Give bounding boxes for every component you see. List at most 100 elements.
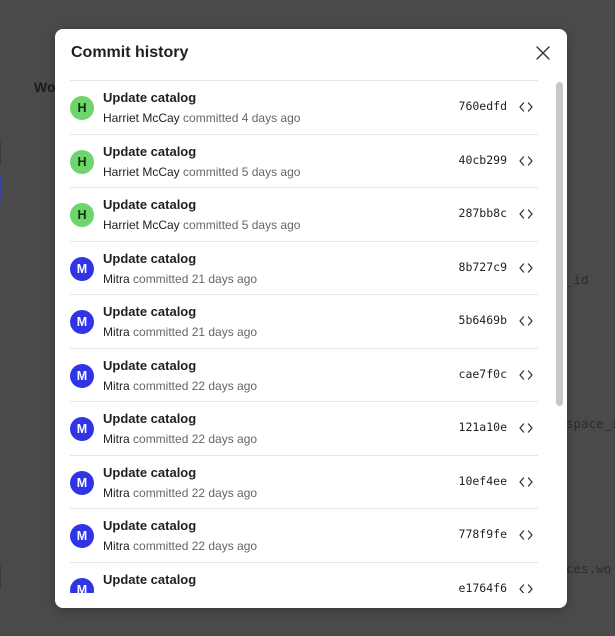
browse-code-button[interactable] — [517, 312, 535, 330]
commit-list: H Update catalog Harriet McCay committed… — [70, 80, 538, 593]
commit-message[interactable]: Update catalog — [103, 465, 196, 480]
background-active-indicator — [0, 176, 2, 202]
commit-message[interactable]: Update catalog — [103, 358, 196, 373]
code-brackets-icon — [519, 423, 533, 433]
commit-author: Mitra — [103, 432, 130, 446]
commit-row[interactable]: H Update catalog Harriet McCay committed… — [70, 135, 538, 188]
avatar: H — [70, 203, 94, 227]
commit-meta: Harriet McCay committed 4 days ago — [103, 111, 300, 125]
commit-time: committed 21 days ago — [133, 325, 258, 339]
commit-row[interactable]: M Update catalog Mitra committed 22 days… — [70, 456, 538, 509]
commit-meta: Mitra committed 22 days ago — [103, 486, 257, 500]
commit-sha[interactable]: 287bb8c — [459, 206, 507, 220]
commit-message[interactable]: Update catalog — [103, 411, 196, 426]
commit-author: Harriet McCay — [103, 164, 180, 179]
commit-message[interactable]: Update catalog — [103, 518, 196, 533]
commit-author: Mitra — [103, 485, 130, 500]
browse-code-button[interactable] — [517, 526, 535, 544]
commit-meta: Harriet McCay committed 5 days ago — [103, 165, 300, 179]
code-brackets-icon — [519, 583, 533, 593]
background-code-fragment: space_i — [566, 416, 615, 431]
avatar: M — [70, 363, 94, 388]
commit-sha[interactable]: 121a10e — [459, 420, 507, 434]
commit-row[interactable]: M Update catalog Mitra committed 22 days… — [70, 402, 538, 456]
commit-time: committed 22 days ago — [133, 378, 258, 393]
commit-time: committed 4 days ago — [183, 111, 301, 125]
commit-author: Mitra — [103, 271, 130, 286]
code-brackets-icon — [519, 102, 533, 112]
code-brackets-icon — [519, 530, 533, 540]
browse-code-button[interactable] — [517, 205, 535, 223]
commit-row[interactable]: M Update catalog Mitra committed 21 days… — [70, 242, 538, 295]
commit-meta: Mitra committed 21 days ago — [103, 325, 257, 339]
browse-code-button[interactable] — [517, 580, 535, 593]
avatar: H — [70, 96, 94, 120]
browse-code-button[interactable] — [517, 259, 535, 277]
commit-sha[interactable]: 8b727c9 — [459, 260, 507, 274]
commit-author: Harriet McCay — [103, 111, 180, 125]
commit-meta: Mitra committed 22 days ago — [103, 432, 257, 446]
commit-author: Harriet McCay — [103, 218, 180, 232]
background-divider — [0, 566, 1, 588]
browse-code-button[interactable] — [517, 366, 535, 384]
commit-message[interactable]: Update catalog — [103, 144, 196, 159]
scrollbar-thumb[interactable] — [556, 82, 563, 406]
code-brackets-icon — [519, 316, 533, 326]
commit-time: committed 5 days ago — [183, 218, 301, 232]
background-code-fragment: _id — [566, 272, 589, 287]
commit-sha[interactable]: 778f9fe — [459, 527, 507, 541]
commit-row[interactable]: H Update catalog Harriet McCay committed… — [70, 188, 538, 242]
commit-row[interactable]: M Update catalog e1764f6 — [70, 563, 538, 594]
browse-code-button[interactable] — [517, 473, 535, 491]
commit-meta: Mitra committed 22 days ago — [103, 539, 257, 553]
commit-time: committed 22 days ago — [133, 539, 258, 553]
avatar: M — [70, 524, 94, 548]
commit-row[interactable]: M Update catalog Mitra committed 22 days… — [70, 349, 538, 402]
browse-code-button[interactable] — [517, 152, 535, 170]
commit-message[interactable]: Update catalog — [103, 197, 196, 212]
background-divider — [0, 142, 1, 164]
commit-sha[interactable]: e1764f6 — [459, 581, 507, 594]
avatar: M — [70, 417, 94, 441]
commit-message[interactable]: Update catalog — [103, 304, 196, 319]
code-brackets-icon — [519, 155, 533, 166]
dialog-title: Commit history — [71, 44, 189, 61]
commit-author: Mitra — [103, 539, 130, 553]
commit-row[interactable]: H Update catalog Harriet McCay committed… — [70, 81, 538, 135]
background-code-fragment: ces.wo — [566, 561, 612, 576]
commit-meta: Mitra committed 22 days ago — [103, 379, 257, 393]
commit-time: committed 21 days ago — [133, 271, 258, 286]
avatar: M — [70, 256, 94, 281]
commit-message[interactable]: Update catalog — [103, 90, 196, 105]
avatar: H — [70, 149, 94, 174]
code-brackets-icon — [519, 209, 533, 219]
commit-sha[interactable]: 40cb299 — [459, 153, 507, 167]
background-heading-fragment: Wo — [34, 79, 56, 95]
avatar: M — [70, 470, 94, 495]
commit-message[interactable]: Update catalog — [103, 572, 196, 587]
commit-sha[interactable]: 5b6469b — [459, 313, 507, 327]
close-button[interactable] — [533, 43, 553, 63]
close-icon — [536, 46, 550, 60]
code-brackets-icon — [519, 369, 533, 380]
commit-time: committed 5 days ago — [183, 164, 301, 179]
commit-history-dialog: Commit history H Update catalog Harriet … — [55, 29, 567, 608]
commit-meta: Harriet McCay committed 5 days ago — [103, 218, 300, 232]
commit-author: Mitra — [103, 325, 130, 339]
avatar: M — [70, 577, 94, 593]
code-brackets-icon — [519, 476, 533, 487]
browse-code-button[interactable] — [517, 98, 535, 116]
commit-sha[interactable]: 10ef4ee — [459, 474, 507, 488]
commit-list-scroll-area[interactable]: H Update catalog Harriet McCay committed… — [55, 80, 567, 593]
commit-time: committed 22 days ago — [133, 432, 258, 446]
commit-meta: Mitra committed 21 days ago — [103, 272, 257, 286]
commit-message[interactable]: Update catalog — [103, 251, 196, 266]
commit-time: committed 22 days ago — [133, 485, 258, 500]
commit-row[interactable]: M Update catalog Mitra committed 22 days… — [70, 509, 538, 563]
code-brackets-icon — [519, 262, 533, 273]
commit-sha[interactable]: cae7f0c — [459, 367, 507, 381]
commit-author: Mitra — [103, 378, 130, 393]
commit-sha[interactable]: 760edfd — [459, 99, 507, 113]
commit-row[interactable]: M Update catalog Mitra committed 21 days… — [70, 295, 538, 349]
browse-code-button[interactable] — [517, 419, 535, 437]
